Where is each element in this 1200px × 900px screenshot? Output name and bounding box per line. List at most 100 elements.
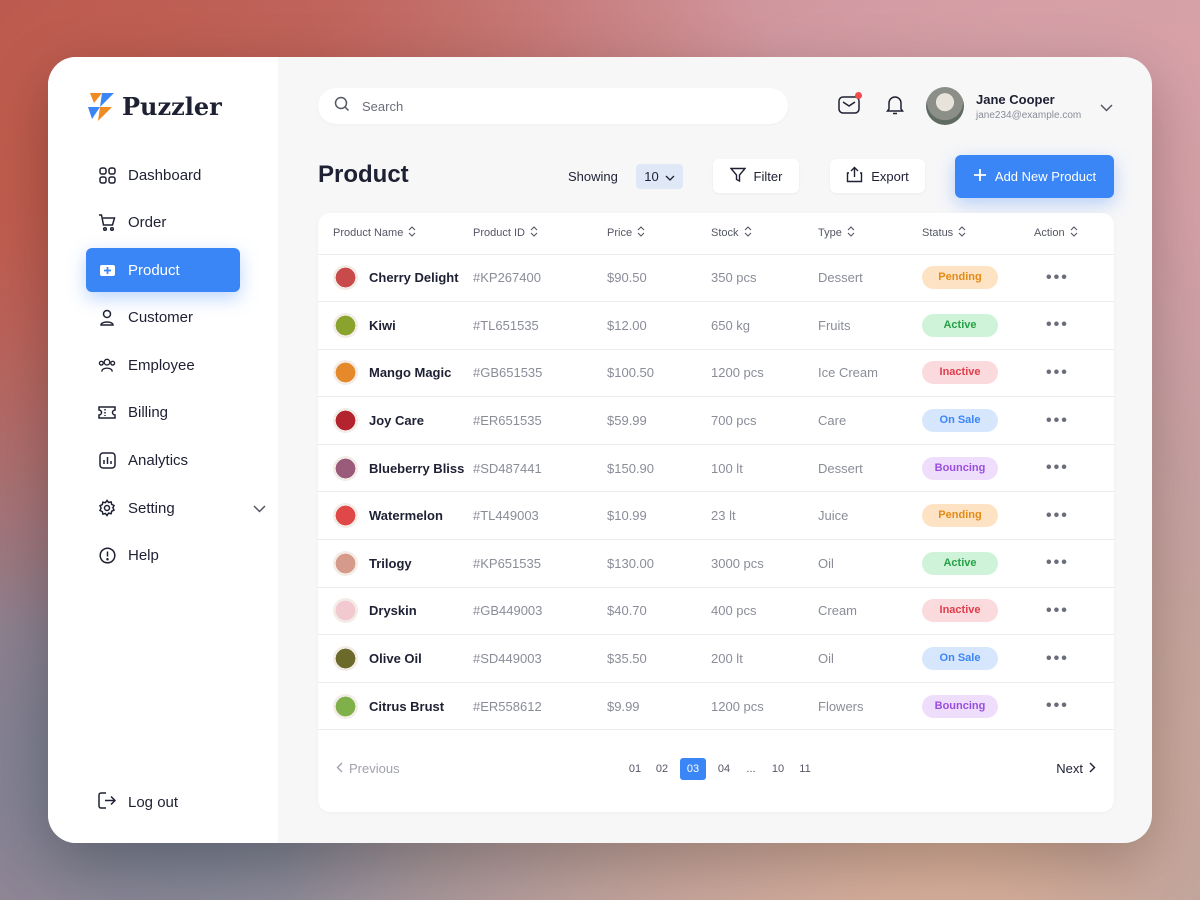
product-thumbnail: [333, 408, 358, 434]
rows-per-page-select[interactable]: 10: [636, 164, 683, 189]
more-options-icon[interactable]: •••: [1046, 364, 1069, 381]
sidebar-item-dashboard[interactable]: Dashboard: [86, 153, 240, 197]
sidebar: Puzzler Dashboard Order Product Customer…: [48, 57, 278, 843]
more-options-icon[interactable]: •••: [1046, 507, 1069, 524]
sidebar-item-label: Help: [128, 547, 159, 565]
add-new-product-button[interactable]: Add New Product: [955, 155, 1114, 198]
chevron-down-icon[interactable]: [1100, 99, 1113, 117]
page-number[interactable]: 04: [715, 758, 733, 780]
product-thumbnail: [333, 646, 358, 672]
product-id: #TL449003: [473, 491, 607, 541]
product-price: $35.50: [607, 634, 711, 683]
sort-icon: [744, 226, 752, 240]
table-row[interactable]: Dryskin #GB449003 $40.70 400 pcs Cream Inacti…: [318, 587, 1114, 636]
product-price: $100.50: [607, 349, 711, 398]
sidebar-item-product[interactable]: Product: [86, 248, 240, 293]
avatar: [926, 87, 964, 125]
page-number[interactable]: 10: [769, 758, 787, 780]
more-options-icon[interactable]: •••: [1046, 412, 1069, 429]
showing-label: Showing: [568, 169, 618, 184]
sidebar-item-customer[interactable]: Customer: [86, 296, 240, 340]
sidebar-item-help[interactable]: Help: [86, 534, 240, 578]
grid-icon: [98, 166, 116, 184]
status-cell: Active: [922, 301, 1034, 350]
table-row[interactable]: Joy Care #ER651535 $59.99 700 pcs Care On Sal…: [318, 396, 1114, 445]
product-name: Trilogy: [369, 555, 412, 571]
product-price: $10.99: [607, 491, 711, 541]
chevron-down-icon[interactable]: [253, 500, 266, 517]
product-thumbnail: [333, 360, 358, 386]
table-row[interactable]: Watermelon #TL449003 $10.99 23 lt Juice Pendi…: [318, 491, 1114, 541]
column-header-status[interactable]: Status: [922, 213, 1034, 255]
table-row[interactable]: Olive Oil #SD449003 $35.50 200 lt Oil On Sale…: [318, 634, 1114, 683]
mail-icon[interactable]: [838, 92, 862, 116]
product-type: Flowers: [818, 682, 922, 731]
bell-icon[interactable]: [884, 94, 906, 116]
page-number[interactable]: 01: [626, 758, 644, 780]
column-header-type[interactable]: Type: [818, 213, 922, 255]
sort-icon: [408, 226, 416, 240]
product-stock: 1200 pcs: [711, 682, 818, 731]
users-icon: [98, 356, 116, 374]
status-cell: On Sale: [922, 634, 1034, 683]
column-header-action[interactable]: Action: [1034, 213, 1114, 255]
action-cell: •••: [1034, 349, 1114, 398]
table-header-row: Product Name Product ID Price Stock Type…: [318, 213, 1114, 255]
app-window: Puzzler Dashboard Order Product Customer…: [48, 57, 1152, 843]
status-cell: On Sale: [922, 396, 1034, 445]
logout-button[interactable]: Log out: [98, 792, 178, 813]
sidebar-item-label: Dashboard: [128, 166, 202, 184]
user-icon: [98, 309, 116, 327]
filter-icon: [729, 167, 747, 186]
product-id: #ER558612: [473, 682, 607, 731]
status-cell: Inactive: [922, 587, 1034, 636]
product-type: Fruits: [818, 301, 922, 350]
more-options-icon[interactable]: •••: [1046, 602, 1069, 619]
more-options-icon[interactable]: •••: [1046, 697, 1069, 714]
product-thumbnail: [333, 312, 358, 338]
sidebar-item-label: Analytics: [128, 452, 189, 470]
product-stock: 1200 pcs: [711, 349, 818, 398]
sidebar-item-employee[interactable]: Employee: [86, 343, 240, 387]
product-name-cell: Citrus Brust: [318, 682, 473, 731]
filter-button[interactable]: Filter: [713, 159, 799, 193]
product-icon: [98, 261, 116, 279]
page-number[interactable]: 11: [796, 758, 814, 780]
sort-icon: [637, 226, 645, 240]
status-cell: Pending: [922, 491, 1034, 541]
column-header-stock[interactable]: Stock: [711, 213, 818, 255]
product-name: Mango Magic: [369, 365, 452, 381]
column-header-product-id[interactable]: Product ID: [473, 213, 607, 255]
column-header-product-name[interactable]: Product Name: [318, 213, 473, 255]
table-row[interactable]: Mango Magic #GB651535 $100.50 1200 pcs Ice C…: [318, 349, 1114, 398]
more-options-icon[interactable]: •••: [1046, 459, 1069, 476]
sidebar-item-setting[interactable]: Setting: [86, 486, 266, 530]
table-row[interactable]: Trilogy #KP651535 $130.00 3000 pcs Oil Active…: [318, 539, 1114, 588]
product-price: $150.90: [607, 444, 711, 493]
table-row[interactable]: Kiwi #TL651535 $12.00 650 kg Fruits Active •••: [318, 301, 1114, 350]
table-row[interactable]: Cherry Delight #KP267400 $90.50 350 pcs Dess…: [318, 254, 1114, 303]
product-id: #GB651535: [473, 349, 607, 398]
previous-button[interactable]: Previous: [336, 761, 400, 776]
brand-logo[interactable]: Puzzler: [86, 89, 222, 123]
more-options-icon[interactable]: •••: [1046, 269, 1069, 286]
more-options-icon[interactable]: •••: [1046, 650, 1069, 667]
page-number[interactable]: 02: [653, 758, 671, 780]
more-options-icon[interactable]: •••: [1046, 316, 1069, 333]
search-input[interactable]: [362, 98, 742, 114]
more-options-icon[interactable]: •••: [1046, 554, 1069, 571]
export-button[interactable]: Export: [830, 159, 925, 193]
column-header-price[interactable]: Price: [607, 213, 711, 255]
next-button[interactable]: Next: [1056, 761, 1096, 776]
product-name: Watermelon: [369, 508, 443, 524]
action-cell: •••: [1034, 539, 1114, 588]
page-numbers: 01 02 03 04... 10 11: [626, 758, 814, 780]
sidebar-item-billing[interactable]: Billing: [86, 391, 240, 435]
page-number[interactable]: 03: [680, 758, 706, 780]
product-id: #SD449003: [473, 634, 607, 683]
table-row[interactable]: Blueberry Bliss #SD487441 $150.90 100 lt Des…: [318, 444, 1114, 493]
user-profile[interactable]: Jane Cooper jane234@example.com: [926, 87, 1081, 125]
table-row[interactable]: Citrus Brust #ER558612 $9.99 1200 pcs Flower…: [318, 682, 1114, 731]
sidebar-item-order[interactable]: Order: [86, 201, 240, 245]
sidebar-item-analytics[interactable]: Analytics: [86, 439, 240, 483]
